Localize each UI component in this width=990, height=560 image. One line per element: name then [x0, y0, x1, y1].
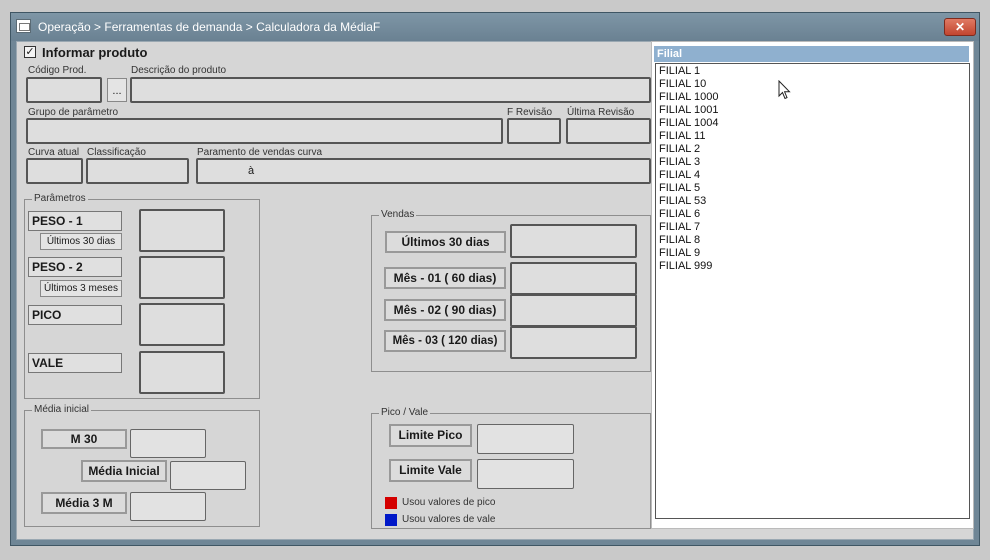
filial-list-item[interactable]: FILIAL 999	[659, 260, 712, 273]
filial-list-item[interactable]: FILIAL 4	[659, 169, 700, 182]
grupo-parametro-label: Grupo de parâmetro	[28, 107, 119, 118]
mes02-input[interactable]	[510, 294, 637, 327]
curva-atual-label: Curva atual	[28, 147, 80, 158]
m30-label: M 30	[41, 429, 127, 449]
app-window-icon	[16, 19, 31, 33]
filial-list-item[interactable]: FILIAL 9	[659, 247, 700, 260]
mes01-input[interactable]	[510, 262, 637, 295]
close-button[interactable]: ✕	[944, 18, 976, 36]
ultima-revisao-input[interactable]	[566, 118, 651, 144]
descricao-input[interactable]	[130, 77, 651, 103]
classificacao-input[interactable]	[86, 158, 189, 184]
codigo-prod-label: Código Prod.	[28, 65, 87, 76]
classificacao-label: Classificação	[87, 147, 146, 158]
filial-list-item[interactable]: FILIAL 10	[659, 78, 706, 91]
legend-vale-label: Usou valores de vale	[402, 514, 496, 525]
search-product-button[interactable]: ...	[107, 78, 127, 102]
mes03-label: Mês - 03 ( 120 dias)	[384, 330, 506, 352]
limite-pico-label: Limite Pico	[389, 424, 472, 447]
filial-list-item[interactable]: FILIAL 5	[659, 182, 700, 195]
media-inicial-input[interactable]	[170, 461, 246, 490]
f-revisao-input[interactable]	[507, 118, 561, 144]
filial-list-item[interactable]: FILIAL 1001	[659, 104, 719, 117]
mes01-label: Mês - 01 ( 60 dias)	[384, 267, 506, 289]
media-inicial-title: Média inicial	[32, 404, 92, 415]
parametro-vendas-curva-input[interactable]: à	[196, 158, 651, 184]
peso2-label: PESO - 2	[28, 257, 122, 277]
m30-input[interactable]	[130, 429, 206, 458]
f-revisao-label: F Revisão	[507, 107, 553, 118]
filial-list[interactable]: FILIAL 1 FILIAL 10 FILIAL 1000 FILIAL 1001 F…	[655, 63, 970, 519]
parametro-vendas-curva-label: Paramento de vendas curva	[197, 147, 323, 158]
ultimos30-input[interactable]	[510, 224, 637, 258]
ultimos30-label: Últimos 30 dias	[385, 231, 506, 253]
vendas-title: Vendas	[379, 209, 417, 220]
ultima-revisao-label: Última Revisão	[567, 107, 635, 118]
window-title: Operação > Ferramentas de demanda > Calc…	[38, 20, 381, 34]
media-inicial-label: Média Inicial	[81, 460, 167, 482]
filial-list-item[interactable]: FILIAL 7	[659, 221, 700, 234]
grupo-parametro-input[interactable]	[26, 118, 503, 144]
limite-vale-input[interactable]	[477, 459, 574, 489]
peso2-input[interactable]	[139, 256, 225, 299]
filial-list-item[interactable]: FILIAL 2	[659, 143, 700, 156]
filial-list-item[interactable]: FILIAL 6	[659, 208, 700, 221]
mes03-input[interactable]	[510, 326, 637, 359]
peso1-input[interactable]	[139, 209, 225, 252]
parametro-vendas-curva-value: à	[248, 165, 255, 177]
filial-list-header[interactable]: Filial	[654, 46, 969, 62]
vale-label: VALE	[28, 353, 122, 373]
mouse-cursor-icon	[778, 80, 791, 100]
pico-input[interactable]	[139, 303, 225, 346]
filial-list-item[interactable]: FILIAL 1000	[659, 91, 719, 104]
parametros-title: Parâmetros	[32, 193, 88, 204]
filial-list-item[interactable]: FILIAL 1004	[659, 117, 719, 130]
peso2-sub-label: Últimos 3 meses	[40, 280, 122, 297]
legend-pico-label: Usou valores de pico	[402, 497, 496, 508]
vale-input[interactable]	[139, 351, 225, 394]
filial-list-item[interactable]: FILIAL 8	[659, 234, 700, 247]
codigo-prod-input[interactable]	[26, 77, 102, 103]
pico-vale-title: Pico / Vale	[379, 407, 431, 418]
filial-list-item[interactable]: FILIAL 11	[659, 130, 705, 143]
pico-label: PICO	[28, 305, 122, 325]
pico-color-swatch	[385, 497, 397, 509]
mes02-label: Mês - 02 ( 90 dias)	[384, 299, 506, 321]
informar-produto-checkbox[interactable]: ✓	[24, 46, 36, 58]
filial-list-item[interactable]: FILIAL 53	[659, 195, 706, 208]
peso1-label: PESO - 1	[28, 211, 122, 231]
media3m-input[interactable]	[130, 492, 206, 521]
check-icon: ✓	[25, 46, 35, 58]
peso1-sub-label: Últimos 30 dias	[40, 233, 122, 250]
limite-pico-input[interactable]	[477, 424, 574, 454]
curva-atual-input[interactable]	[26, 158, 83, 184]
media3m-label: Média 3 M	[41, 492, 127, 514]
vale-color-swatch	[385, 514, 397, 526]
limite-vale-label: Limite Vale	[389, 459, 472, 482]
filial-list-item[interactable]: FILIAL 3	[659, 156, 700, 169]
informar-produto-label: Informar produto	[42, 45, 148, 60]
filial-list-item[interactable]: FILIAL 1	[659, 65, 700, 78]
descricao-label: Descrição do produto	[131, 65, 227, 76]
